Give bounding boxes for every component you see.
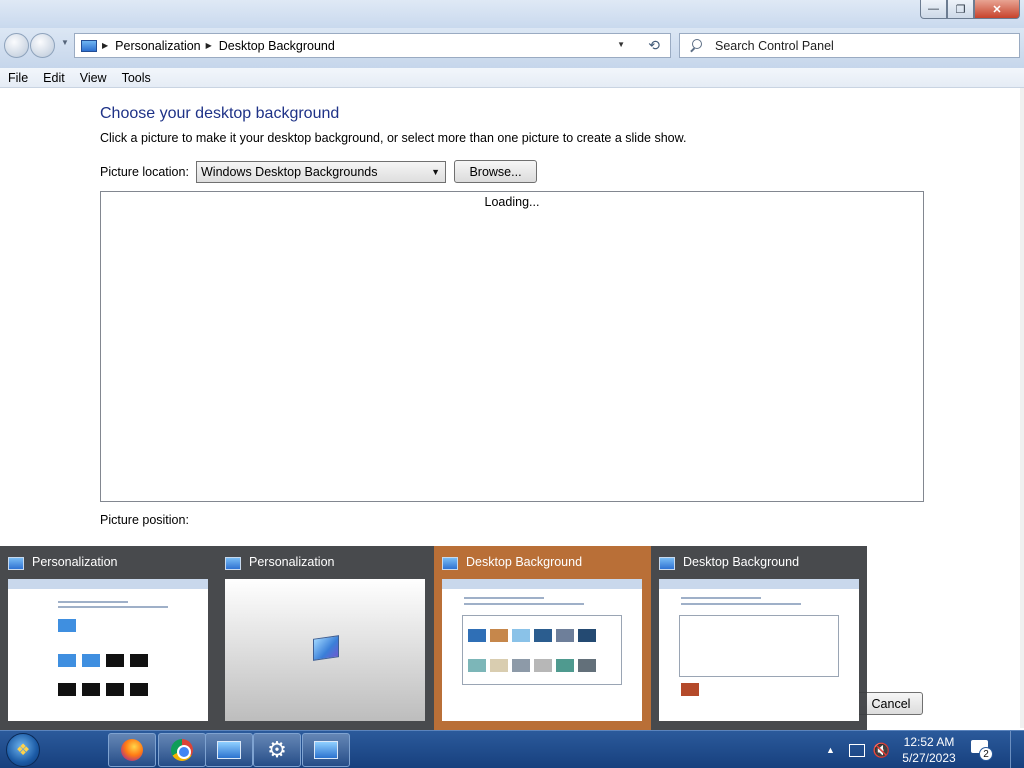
show-desktop-button[interactable] bbox=[1010, 731, 1024, 768]
close-button[interactable]: ✕ bbox=[974, 0, 1020, 19]
menu-bar: File Edit View Tools bbox=[0, 68, 1024, 88]
clock-date: 5/27/2023 bbox=[902, 751, 956, 765]
address-bar[interactable]: ▶ Personalization ▶ Desktop Background ▼… bbox=[74, 33, 671, 58]
firefox-icon bbox=[121, 739, 143, 761]
thumbnail-preview bbox=[225, 579, 425, 721]
minimize-button[interactable]: — bbox=[920, 0, 947, 19]
menu-tools[interactable]: Tools bbox=[114, 71, 158, 85]
search-input[interactable]: Search Control Panel bbox=[715, 39, 834, 53]
thumbnail-title: Desktop Background bbox=[683, 555, 800, 569]
maximize-button[interactable]: ❐ bbox=[947, 0, 974, 19]
thumbnail-title: Personalization bbox=[249, 555, 335, 569]
breadcrumb-separator-icon[interactable]: ▶ bbox=[102, 41, 108, 50]
control-panel-icon bbox=[8, 557, 24, 570]
window-controls: — ❐ ✕ bbox=[920, 0, 1020, 19]
dropdown-arrow-icon: ▼ bbox=[431, 167, 440, 177]
scrollbar[interactable] bbox=[1020, 88, 1024, 728]
picture-location-value: Windows Desktop Backgrounds bbox=[201, 165, 378, 179]
recent-pages-dropdown[interactable]: ▼ bbox=[61, 38, 69, 47]
breadcrumb-desktop-background[interactable]: Desktop Background bbox=[219, 39, 335, 53]
clock-time: 12:52 AM bbox=[903, 735, 955, 749]
thumbnail-preview bbox=[442, 579, 642, 721]
control-panel-icon bbox=[225, 557, 241, 570]
start-button[interactable]: ❖ bbox=[6, 733, 40, 767]
system-clock[interactable]: 12:52 AM 5/27/2023 bbox=[893, 734, 965, 766]
control-panel-icon bbox=[659, 557, 675, 570]
picture-gallery[interactable]: Loading... bbox=[100, 191, 924, 502]
picture-position-label: Picture position: bbox=[100, 513, 189, 527]
network-icon[interactable] bbox=[848, 743, 865, 757]
picture-location-select[interactable]: Windows Desktop Backgrounds ▼ bbox=[196, 161, 446, 183]
search-box[interactable]: Search Control Panel bbox=[679, 33, 1020, 58]
thumbnail-title: Desktop Background bbox=[466, 555, 583, 569]
menu-file[interactable]: File bbox=[0, 71, 35, 85]
breadcrumb-separator-icon[interactable]: ▶ bbox=[206, 41, 212, 50]
back-button[interactable] bbox=[4, 33, 29, 58]
search-icon bbox=[689, 38, 703, 53]
thumbnail-preview bbox=[8, 579, 208, 721]
address-dropdown-icon[interactable]: ▼ bbox=[617, 40, 625, 49]
notification-center-icon[interactable]: 2 bbox=[969, 738, 993, 761]
show-hidden-icons-icon[interactable]: ▲ bbox=[826, 745, 835, 755]
taskbar: ❖ ⚙ ▲ 🔇 12:52 AM 5/27/2023 2 bbox=[0, 730, 1024, 768]
taskbar-thumbnail-previews: Personalization Personalization Desktop … bbox=[0, 546, 867, 730]
browse-button[interactable]: Browse... bbox=[454, 160, 537, 183]
thumbnail-personalization-2[interactable]: Personalization bbox=[217, 546, 434, 730]
volume-muted-icon[interactable]: 🔇 bbox=[873, 742, 890, 759]
thumbnail-title: Personalization bbox=[32, 555, 118, 569]
forward-button[interactable] bbox=[30, 33, 55, 58]
taskbar-chrome[interactable] bbox=[158, 733, 206, 767]
title-bar: — ❐ ✕ bbox=[0, 0, 1024, 28]
page-description: Click a picture to make it your desktop … bbox=[100, 131, 687, 145]
breadcrumb-personalization[interactable]: Personalization bbox=[115, 39, 200, 53]
thumbnail-desktop-background-2[interactable]: Desktop Background bbox=[651, 546, 868, 730]
picture-location-label: Picture location: bbox=[100, 165, 189, 179]
menu-view[interactable]: View bbox=[72, 71, 114, 85]
gear-icon: ⚙ bbox=[267, 737, 287, 762]
page-title: Choose your desktop background bbox=[100, 105, 340, 122]
control-panel-icon bbox=[314, 741, 338, 759]
thumbnail-personalization-1[interactable]: Personalization bbox=[0, 546, 217, 730]
chrome-icon bbox=[171, 739, 193, 761]
thumbnail-preview bbox=[659, 579, 859, 721]
thumbnail-desktop-background-1[interactable]: Desktop Background bbox=[434, 546, 651, 730]
gallery-loading-text: Loading... bbox=[484, 195, 540, 209]
navigation-bar: ▼ ▶ Personalization ▶ Desktop Background… bbox=[0, 28, 1024, 68]
system-tray: ▲ 🔇 bbox=[826, 731, 902, 768]
taskbar-firefox[interactable] bbox=[108, 733, 156, 767]
taskbar-control-panel[interactable] bbox=[302, 733, 350, 767]
taskbar-settings[interactable]: ⚙ bbox=[253, 733, 301, 767]
menu-edit[interactable]: Edit bbox=[35, 71, 72, 85]
control-panel-icon bbox=[81, 39, 97, 52]
control-panel-icon bbox=[442, 557, 458, 570]
notification-count-badge: 2 bbox=[979, 747, 993, 761]
remote-desktop-icon bbox=[217, 741, 241, 759]
taskbar-remote-desktop[interactable] bbox=[205, 733, 253, 767]
refresh-icon[interactable]: ⟲ bbox=[648, 37, 660, 54]
